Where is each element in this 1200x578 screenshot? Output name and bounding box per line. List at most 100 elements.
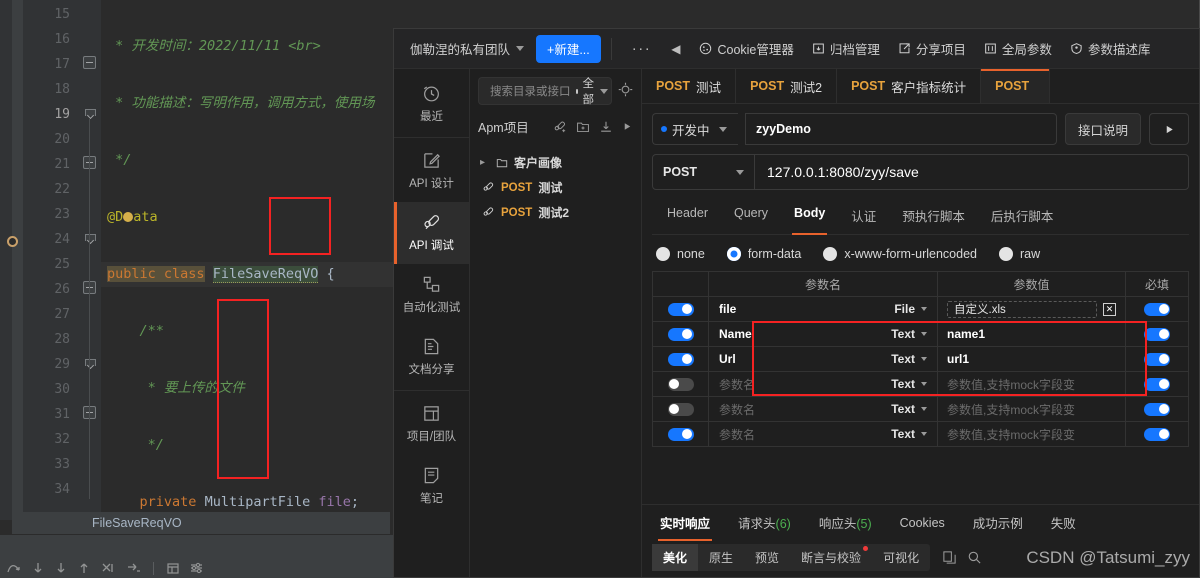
radio-raw[interactable]: raw bbox=[999, 247, 1040, 261]
tab-success-example[interactable]: 成功示例 bbox=[959, 505, 1037, 541]
global-params-button[interactable]: 全局参数 bbox=[975, 35, 1061, 63]
row-name-cell[interactable]: file File bbox=[709, 297, 938, 321]
tab-header[interactable]: Header bbox=[654, 200, 721, 234]
run-to-cursor-icon[interactable] bbox=[100, 561, 116, 575]
locate-button[interactable] bbox=[618, 82, 633, 100]
ide-gutter-icon[interactable] bbox=[7, 236, 18, 247]
step-out-icon[interactable] bbox=[77, 561, 91, 575]
required-toggle[interactable] bbox=[1144, 377, 1170, 391]
force-step-into-icon[interactable] bbox=[54, 561, 68, 575]
row-name-cell[interactable]: Name Text bbox=[709, 322, 938, 346]
sidebar-item-doc-share[interactable]: 文档分享 bbox=[394, 326, 469, 388]
settings-lines-icon[interactable] bbox=[189, 561, 205, 575]
chevron-right-icon[interactable]: ▸ bbox=[480, 157, 490, 168]
new-button[interactable]: +新建... bbox=[536, 34, 601, 63]
chevron-down-icon[interactable] bbox=[921, 307, 927, 311]
radio-form-data[interactable]: form-data bbox=[726, 247, 801, 261]
radio-none[interactable]: none bbox=[656, 247, 705, 261]
row-value-cell[interactable]: 参数值,支持mock字段变 bbox=[938, 422, 1126, 446]
row-value-cell[interactable]: 参数值,支持mock字段变 bbox=[938, 372, 1126, 396]
tree-api-item[interactable]: POST 测试2 bbox=[478, 200, 633, 225]
file-value[interactable]: 自定义.xls bbox=[947, 300, 1097, 318]
tab-test[interactable]: POST 测试 bbox=[642, 69, 737, 103]
send-request-button[interactable] bbox=[1149, 113, 1189, 145]
add-api-icon[interactable] bbox=[553, 120, 567, 134]
evaluate-table-icon[interactable] bbox=[166, 561, 180, 575]
tab-cookies[interactable]: Cookies bbox=[886, 508, 959, 539]
import-icon[interactable] bbox=[599, 120, 613, 134]
search-input[interactable]: 搜索目录或接口 全部 bbox=[478, 75, 612, 107]
tab-post-script[interactable]: 后执行脚本 bbox=[978, 200, 1067, 234]
add-folder-icon[interactable] bbox=[576, 120, 590, 134]
required-toggle[interactable] bbox=[1144, 327, 1170, 341]
tab-failure-example[interactable]: 失败 bbox=[1037, 505, 1090, 541]
api-name-input[interactable]: zyyDemo bbox=[745, 113, 1057, 145]
chevron-down-icon[interactable] bbox=[921, 382, 927, 386]
row-enable-toggle[interactable] bbox=[667, 377, 694, 391]
chevron-down-icon[interactable] bbox=[921, 332, 927, 336]
chevron-down-icon[interactable] bbox=[921, 357, 927, 361]
row-name-cell[interactable]: Url Text bbox=[709, 347, 938, 371]
row-value-cell[interactable]: url1 bbox=[938, 347, 1126, 371]
method-selector[interactable]: POST bbox=[653, 155, 755, 189]
row-enable-toggle[interactable] bbox=[667, 402, 694, 416]
clear-file-button[interactable]: ✕ bbox=[1103, 302, 1116, 316]
back-button[interactable]: ◀ bbox=[661, 42, 690, 56]
share-project-button[interactable]: 分享项目 bbox=[889, 35, 975, 63]
tree-api-item[interactable]: POST 测试 bbox=[478, 175, 633, 200]
tab-active-truncated[interactable]: POST bbox=[981, 69, 1051, 103]
row-name-cell[interactable]: 参数名 Text bbox=[709, 422, 938, 446]
tab-response-headers[interactable]: 响应头(5) bbox=[805, 505, 886, 541]
row-enable-toggle[interactable] bbox=[667, 302, 694, 316]
archive-manager-button[interactable]: 归档管理 bbox=[803, 35, 889, 63]
required-toggle[interactable] bbox=[1144, 427, 1170, 441]
view-mode-visualize[interactable]: 可视化 bbox=[872, 544, 930, 571]
tree-folder-item[interactable]: ▸ 客户画像 bbox=[478, 150, 633, 175]
required-toggle[interactable] bbox=[1144, 302, 1170, 316]
sidebar-item-recent[interactable]: 最近 bbox=[394, 73, 469, 135]
radio-x-www-form-urlencoded[interactable]: x-www-form-urlencoded bbox=[823, 247, 977, 261]
tab-auth[interactable]: 认证 bbox=[838, 200, 889, 234]
ide-fold-column[interactable] bbox=[79, 0, 101, 520]
url-input[interactable]: 127.0.0.1:8080/zyy/save bbox=[755, 164, 1188, 180]
row-enable-toggle[interactable] bbox=[667, 327, 694, 341]
tab-pre-script[interactable]: 预执行脚本 bbox=[889, 200, 978, 234]
step-into-icon[interactable] bbox=[31, 561, 45, 575]
param-library-button[interactable]: 参数描述库 bbox=[1061, 35, 1160, 63]
tab-body[interactable]: Body bbox=[781, 200, 838, 235]
status-selector[interactable]: 开发中 bbox=[652, 113, 738, 145]
sidebar-item-api-design[interactable]: API 设计 bbox=[394, 140, 469, 202]
tab-customer-metrics[interactable]: POST 客户指标统计 bbox=[837, 69, 982, 103]
sidebar-item-api-debug[interactable]: API 调试 bbox=[394, 202, 469, 264]
run-all-icon[interactable] bbox=[622, 121, 633, 132]
fold-icon[interactable] bbox=[83, 56, 96, 69]
tab-query[interactable]: Query bbox=[721, 200, 781, 234]
view-mode-preview[interactable]: 预览 bbox=[744, 544, 790, 571]
view-mode-pretty[interactable]: 美化 bbox=[652, 544, 699, 571]
api-doc-button[interactable]: 接口说明 bbox=[1064, 113, 1141, 145]
more-options-button[interactable]: ··· bbox=[622, 40, 662, 57]
scope-selector[interactable]: 全部 bbox=[575, 75, 608, 107]
required-toggle[interactable] bbox=[1144, 352, 1170, 366]
search-icon[interactable] bbox=[967, 550, 982, 565]
chevron-down-icon[interactable] bbox=[921, 407, 927, 411]
row-name-cell[interactable]: 参数名 Text bbox=[709, 397, 938, 421]
team-selector[interactable]: 伽勒涅的私有团队 bbox=[402, 39, 532, 58]
row-value-cell[interactable]: name1 bbox=[938, 322, 1126, 346]
fold-arrow-icon[interactable] bbox=[83, 106, 96, 119]
view-mode-assertion[interactable]: 断言与校验 bbox=[790, 544, 872, 571]
step-over-icon[interactable] bbox=[6, 561, 22, 575]
tab-realtime-response[interactable]: 实时响应 bbox=[646, 505, 724, 541]
drop-frame-icon[interactable] bbox=[125, 561, 141, 575]
sidebar-item-project-team[interactable]: 项目/团队 bbox=[394, 393, 469, 455]
sidebar-item-automation[interactable]: 自动化测试 bbox=[394, 264, 469, 326]
row-value-cell[interactable]: 自定义.xls ✕ bbox=[938, 297, 1126, 321]
ide-marker-bar[interactable] bbox=[12, 0, 35, 520]
row-enable-toggle[interactable] bbox=[667, 352, 694, 366]
copy-icon[interactable] bbox=[942, 550, 957, 565]
row-value-cell[interactable]: 参数值,支持mock字段变 bbox=[938, 397, 1126, 421]
chevron-down-icon[interactable] bbox=[921, 432, 927, 436]
cookie-manager-button[interactable]: Cookie管理器 bbox=[690, 35, 802, 63]
row-enable-toggle[interactable] bbox=[667, 427, 694, 441]
tab-test2[interactable]: POST 测试2 bbox=[736, 69, 838, 103]
